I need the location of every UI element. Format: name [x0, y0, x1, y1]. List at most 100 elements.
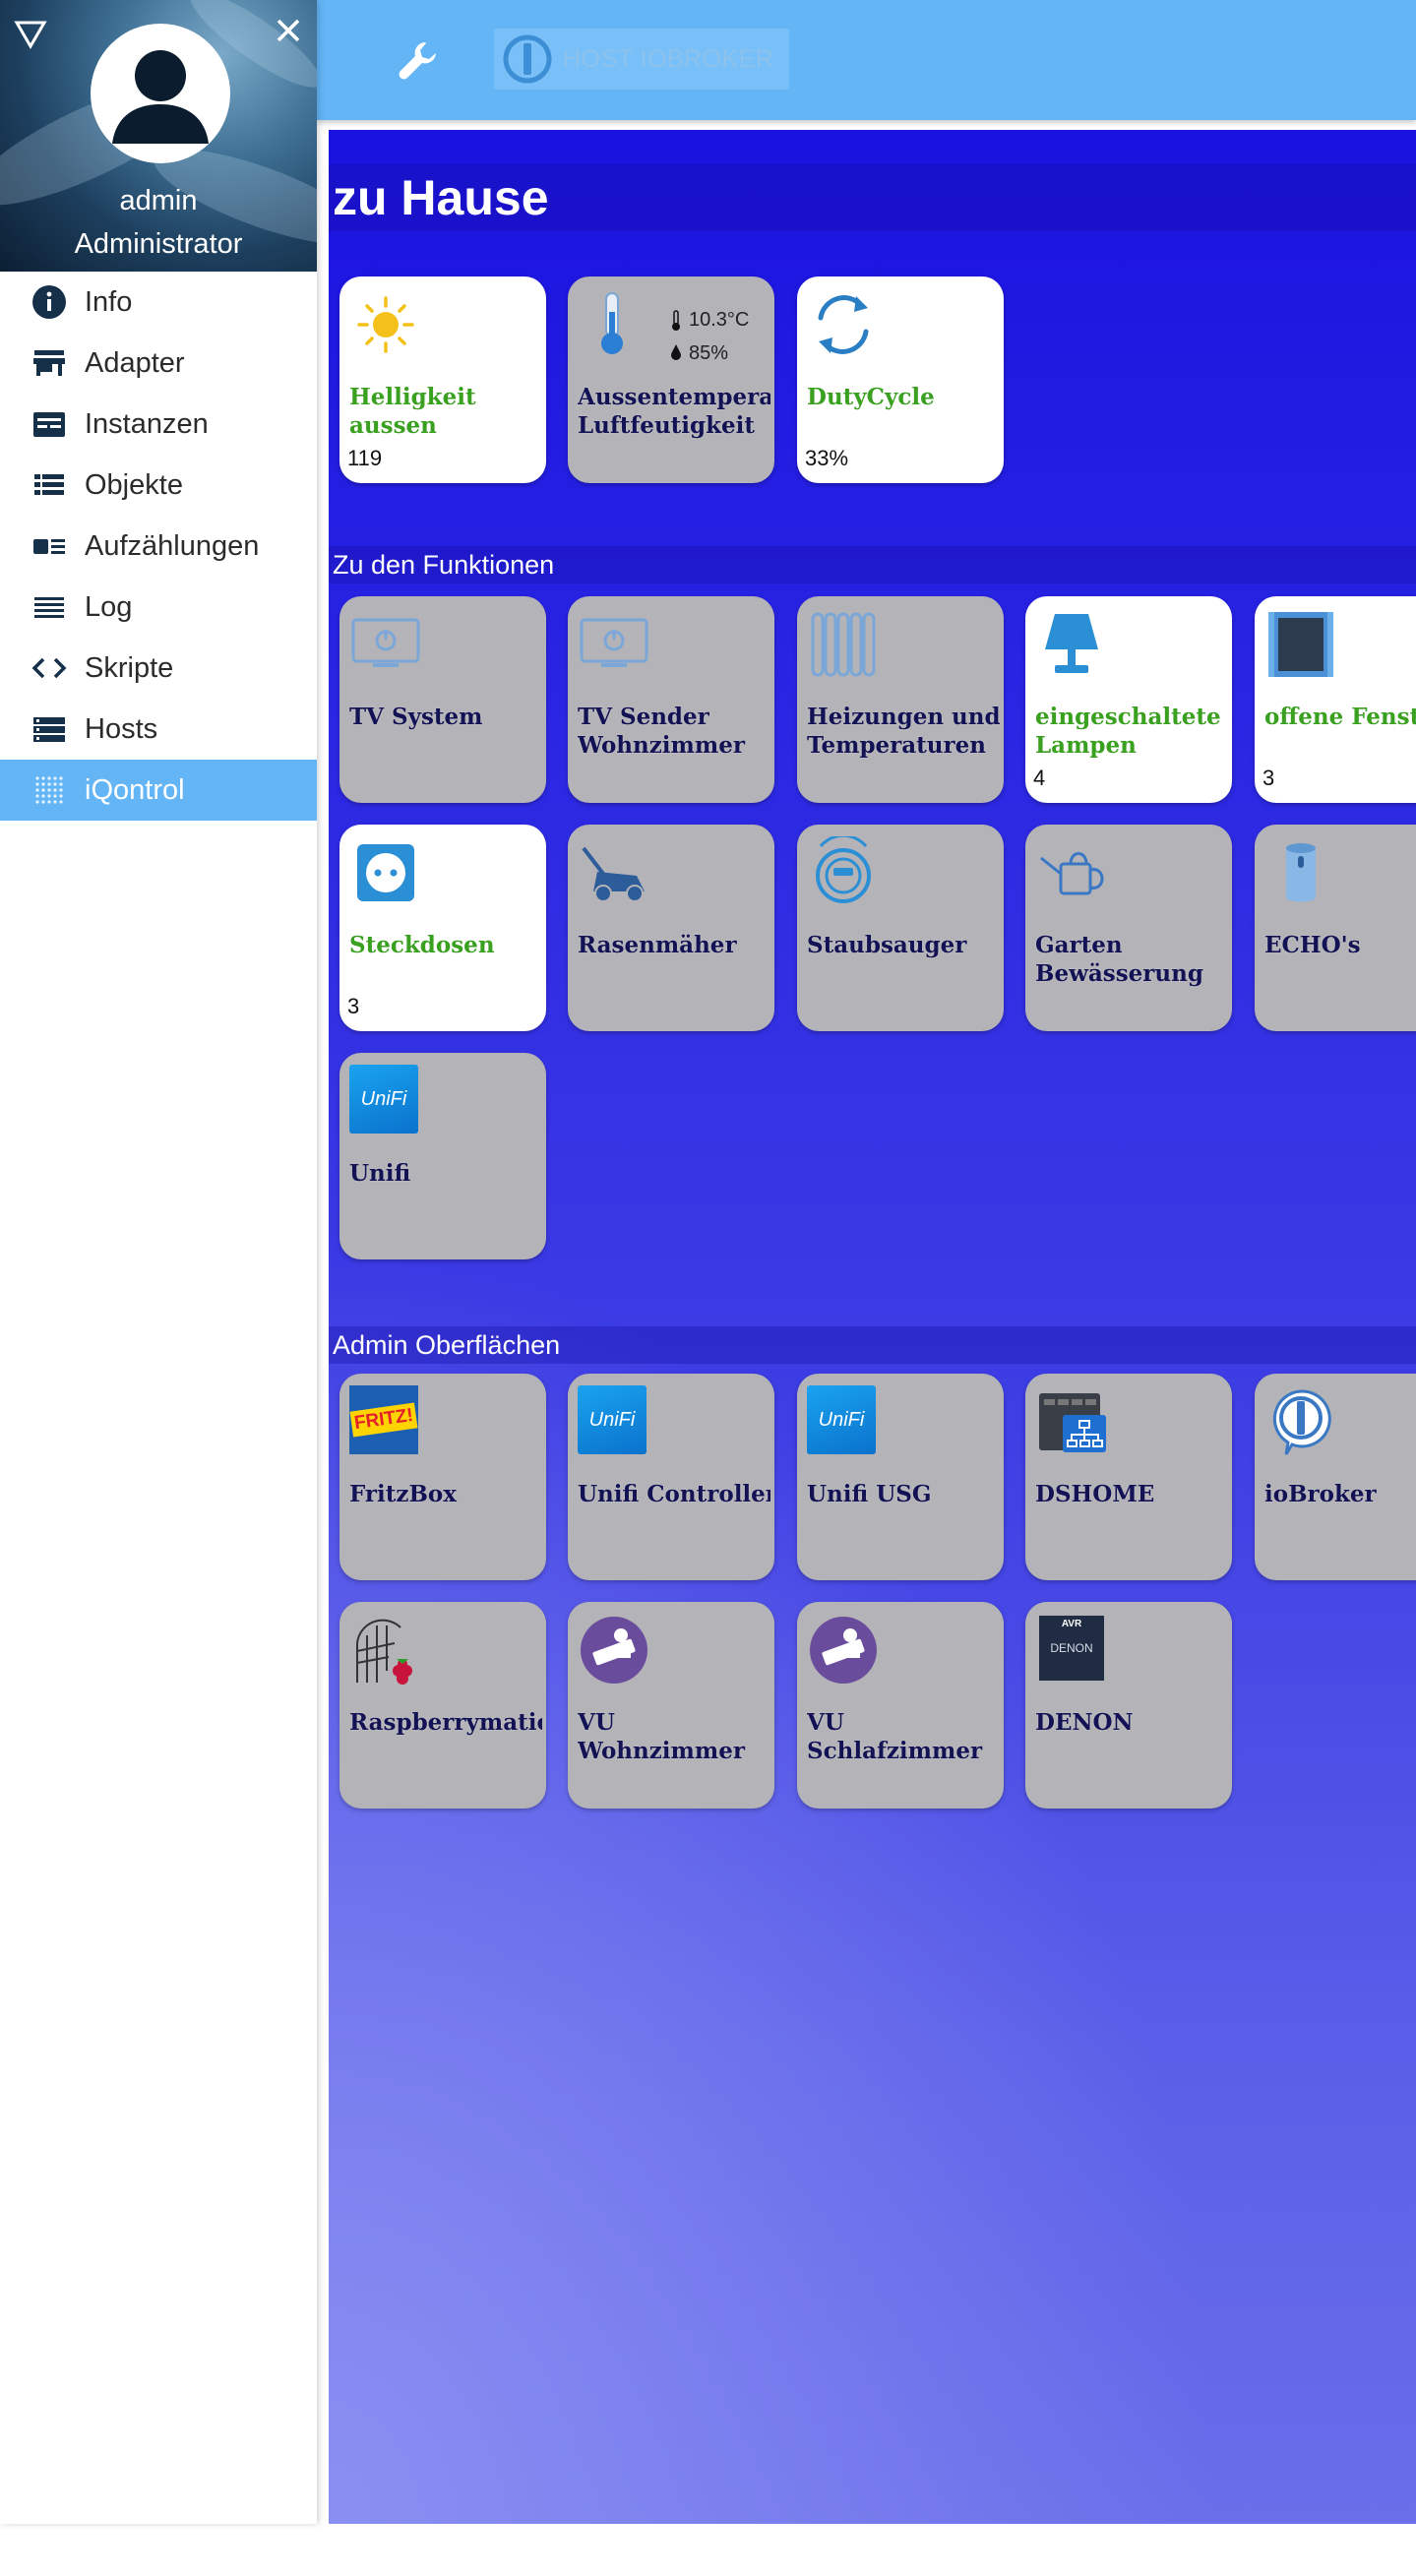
tile-name: DSHOME	[1035, 1481, 1155, 1507]
tile-helligkeit-aussen[interactable]: Helligkeit aussen 119	[339, 276, 546, 483]
raspberry-icon	[356, 1619, 412, 1685]
radiator-icon	[811, 612, 876, 677]
sidebar-item-label: Adapter	[85, 346, 185, 379]
tile-value: 3	[1262, 766, 1275, 790]
sidebar-item-label: Log	[85, 590, 133, 623]
tile-name: Rasenmäher	[578, 932, 737, 958]
enum-icon	[30, 526, 69, 566]
hosts-icon	[30, 709, 69, 749]
code-icon	[30, 648, 69, 688]
tile-name: Raspberrymatic	[349, 1709, 542, 1736]
tv-icon	[351, 618, 420, 667]
tile-name: Helligkeit aussen	[349, 384, 476, 439]
temperature-value: 10.3°C	[689, 309, 750, 331]
list-icon	[30, 465, 69, 505]
sidebar-item-label: Objekte	[85, 468, 183, 501]
section-title: Zu den Funktionen	[329, 546, 1416, 583]
sidebar-item-iqontrol[interactable]: iQontrol	[0, 760, 317, 821]
tile-vu-schlafzimmer[interactable]: VU Schlafzimmer	[797, 1602, 1004, 1809]
sidebar-item-label: Aufzählungen	[85, 529, 260, 562]
tile-unifi[interactable]: UniFi Unifi	[339, 1053, 546, 1259]
tile-garten-bewaesserung[interactable]: Garten Bewässerung	[1025, 825, 1232, 1031]
tile-fritzbox[interactable]: FRITZ! FritzBox	[339, 1374, 546, 1580]
unifi-logo-text: UniFi	[818, 1408, 865, 1431]
unifi-logo-text: UniFi	[360, 1087, 407, 1110]
avr-icon: AVR DENON	[1039, 1616, 1104, 1681]
tile-name: Unifi	[349, 1160, 411, 1187]
tile-staubsauger[interactable]: Staubsauger	[797, 825, 1004, 1031]
sidebar-item-instanzen[interactable]: Instanzen	[0, 394, 317, 455]
tile-offene-fenster[interactable]: offene Fenster 3	[1255, 596, 1416, 803]
sidebar-item-objekte[interactable]: Objekte	[0, 455, 317, 516]
remote-icon	[810, 1617, 877, 1684]
watering-can-icon	[1040, 852, 1104, 895]
section-title: zu Hause	[329, 164, 1416, 231]
host-select-button[interactable]: HOST IOBROKER	[494, 29, 789, 90]
host-label: HOST IOBROKER	[563, 44, 774, 73]
tile-echos[interactable]: ECHO's	[1255, 825, 1416, 1031]
tile-name: FritzBox	[349, 1481, 457, 1507]
tile-iobroker[interactable]: ioBroker	[1255, 1374, 1416, 1580]
sidebar-item-label: Skripte	[85, 651, 174, 684]
tile-tv-sender-wohnzimmer[interactable]: TV Sender Wohnzimmer	[568, 596, 774, 803]
fritz-logo-text: FRITZ!	[349, 1402, 418, 1438]
user-name: admin	[119, 185, 198, 216]
unifi-logo-text: UniFi	[588, 1408, 636, 1431]
iqontrol-icon	[30, 770, 69, 810]
tile-aussentemperatur[interactable]: 10.3°C 85% AussentemperaturLuftfeutigkei…	[568, 276, 774, 483]
tile-value: 33%	[805, 446, 849, 470]
lamp-icon	[1045, 614, 1098, 673]
unifi-icon: UniFi	[807, 1385, 876, 1454]
tile-name: Steckdosen	[349, 932, 495, 958]
tile-name: offene Fenster	[1264, 704, 1416, 730]
tile-unifi-usg[interactable]: UniFi Unifi USG	[797, 1374, 1004, 1580]
instances-icon	[30, 404, 69, 444]
iobroker-icon	[503, 34, 552, 84]
echo-icon	[1286, 843, 1316, 902]
tile-heizungen[interactable]: Heizungen und Temperaturen	[797, 596, 1004, 803]
sidebar-item-adapter[interactable]: Adapter	[0, 333, 317, 394]
close-icon[interactable]	[274, 16, 303, 45]
nas-icon	[1039, 1393, 1106, 1452]
iobroker-icon	[1272, 1389, 1331, 1455]
tile-name: eingeschaltete Lampen	[1035, 704, 1221, 759]
sidebar-item-label: Info	[85, 285, 133, 318]
tile-eingeschaltete-lampen[interactable]: eingeschaltete Lampen 4	[1025, 596, 1232, 803]
window-icon	[1268, 612, 1333, 677]
store-icon	[30, 343, 69, 383]
tile-steckdosen[interactable]: Steckdosen 3	[339, 825, 546, 1031]
tile-name: VU Wohnzimmer	[578, 1709, 745, 1764]
tile-dutycycle[interactable]: DutyCycle 33%	[797, 276, 1004, 483]
tile-raspberrymatic[interactable]: Raspberrymatic	[339, 1602, 546, 1809]
menu-triangle-icon[interactable]	[14, 18, 47, 51]
tile-value: 3	[347, 994, 360, 1018]
tile-dshome[interactable]: DSHOME	[1025, 1374, 1232, 1580]
tile-vu-wohnzimmer[interactable]: VU Wohnzimmer	[568, 1602, 774, 1809]
user-role: Administrator	[74, 228, 243, 260]
unifi-icon: UniFi	[578, 1385, 646, 1454]
wrench-icon[interactable]	[396, 37, 441, 83]
tile-name: VU Schlafzimmer	[807, 1709, 983, 1764]
denon-logo-text: DENON	[1050, 1641, 1093, 1655]
tile-name: Unifi USG	[807, 1481, 932, 1507]
tile-unifi-controller[interactable]: UniFi Unifi Controller	[568, 1374, 774, 1580]
tv-icon	[580, 618, 648, 667]
sidebar-item-info[interactable]: Info	[0, 272, 317, 333]
thermometer-icon	[601, 292, 623, 354]
tile-value: 4	[1033, 766, 1046, 790]
sidebar-item-log[interactable]: Log	[0, 577, 317, 638]
fritz-icon: FRITZ!	[349, 1385, 418, 1454]
tile-name: ioBroker	[1264, 1481, 1377, 1507]
tile-rasenmaeher[interactable]: Rasenmäher	[568, 825, 774, 1031]
sidebar-item-aufzaehlungen[interactable]: Aufzählungen	[0, 516, 317, 577]
sidebar-item-hosts[interactable]: Hosts	[0, 699, 317, 760]
profile-header: admin Administrator	[0, 0, 317, 272]
tile-tv-system[interactable]: TV System	[339, 596, 546, 803]
tile-name: Unifi Controller	[578, 1481, 770, 1507]
log-icon	[30, 587, 69, 627]
sidebar-item-skripte[interactable]: Skripte	[0, 638, 317, 699]
tile-denon[interactable]: AVR DENON DENON	[1025, 1602, 1232, 1809]
section-title: Admin Oberflächen	[329, 1326, 1416, 1364]
sidebar-item-label: Instanzen	[85, 407, 209, 440]
tile-name: ECHO's	[1264, 932, 1361, 958]
